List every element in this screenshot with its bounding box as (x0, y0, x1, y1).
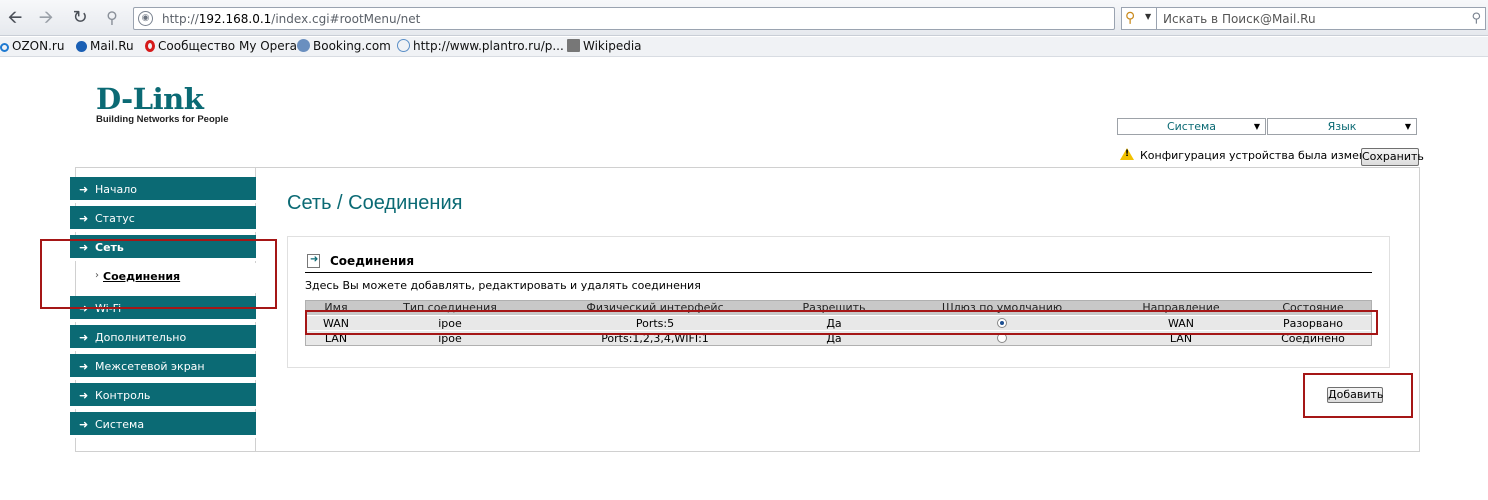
sidebar-item-system[interactable]: ➜ Система (70, 412, 256, 438)
url-text: http://192.168.0.1/index.cgi#rootMenu/ne… (162, 12, 421, 26)
dlink-logo: D-Link Building Networks for People (96, 82, 229, 126)
bookmark-plantro[interactable]: http://www.plantro.ru/p... (397, 39, 564, 53)
bookmark-wikipedia[interactable]: Wikipedia (567, 39, 642, 53)
arrow-right-icon: ➜ (79, 389, 89, 402)
sidebar-item-home[interactable]: ➜ Начало (70, 177, 256, 203)
back-arrow-icon[interactable]: 🡨 (5, 8, 25, 28)
logo-text: D-Link (96, 82, 204, 116)
sidebar-item-label: Дополнительно (95, 331, 187, 344)
sidebar-item-advanced[interactable]: ➜ Дополнительно (70, 325, 256, 351)
system-select-label: Система (1166, 120, 1217, 133)
globe-icon: ◉ (138, 11, 153, 26)
arrow-right-icon: ➜ (79, 183, 89, 196)
system-select[interactable]: Система ▼ (1117, 118, 1266, 135)
search-placeholder: Искать в Поиск@Mail.Ru (1163, 12, 1316, 26)
address-bar[interactable]: ◉ http://192.168.0.1/index.cgi#rootMenu/… (133, 7, 1115, 30)
language-select[interactable]: Язык ▼ (1267, 118, 1417, 135)
mailru-icon (76, 41, 87, 52)
opera-icon (145, 40, 155, 52)
document-arrow-icon: ➜ (307, 254, 320, 268)
arrow-right-icon: ➜ (79, 212, 89, 225)
sidebar-item-firewall[interactable]: ➜ Межсетевой экран (70, 354, 256, 380)
wikipedia-icon (567, 39, 580, 52)
bookmarks-bar: OZON.ru Mail.Ru Сообщество My Opera Book… (0, 37, 1488, 57)
warning-icon: ! (1120, 148, 1134, 160)
search-icon[interactable]: ⚲ (1471, 11, 1481, 26)
browser-search-input[interactable]: Искать в Поиск@Mail.Ru ⚲ (1156, 7, 1486, 30)
highlight-box-network (40, 239, 277, 309)
page-title: Сеть / Соединения (287, 192, 463, 214)
sidebar-item-label: Начало (95, 183, 138, 196)
sidebar-item-label: Контроль (95, 389, 151, 402)
browser-toolbar: 🡨 🡪 ↻ ⚲ ◉ http://192.168.0.1/index.cgi#r… (0, 0, 1488, 36)
bookmark-mailru[interactable]: Mail.Ru (76, 39, 134, 53)
globe-icon (397, 39, 410, 52)
warning-text: Конфигурация устройства была изменена (1140, 149, 1387, 162)
search-engine-selector[interactable]: ⚲ ▼ (1121, 7, 1156, 30)
chevron-down-icon: ▼ (1253, 122, 1260, 131)
logo-tagline: Building Networks for People (96, 114, 229, 125)
panel-description: Здесь Вы можете добавлять, редактировать… (305, 279, 701, 292)
forward-arrow-icon[interactable]: 🡪 (36, 8, 56, 28)
panel-divider (305, 272, 1372, 273)
arrow-right-icon: ➜ (79, 418, 89, 431)
panel-title: Соединения (330, 254, 415, 268)
sidebar-item-label: Межсетевой экран (95, 360, 205, 373)
search-engine-icon: ⚲ (1125, 10, 1136, 26)
sidebar-item-control[interactable]: ➜ Контроль (70, 383, 256, 409)
bookmark-ozon[interactable]: OZON.ru (0, 39, 64, 53)
key-icon[interactable]: ⚲ (102, 8, 122, 28)
arrow-right-icon: ➜ (79, 360, 89, 373)
chevron-down-icon: ▼ (1404, 122, 1411, 131)
chevron-down-icon: ▼ (1145, 12, 1152, 21)
highlight-box-add-button (1303, 373, 1413, 418)
language-select-label: Язык (1327, 120, 1357, 133)
ozon-icon (0, 43, 9, 52)
reload-icon[interactable]: ↻ (70, 8, 90, 28)
config-changed-notice: ! Конфигурация устройства была изменена (1120, 148, 1387, 166)
booking-icon (297, 39, 310, 52)
highlight-box-wan-row (305, 310, 1378, 335)
sidebar-item-label: Статус (95, 212, 135, 225)
bookmark-booking[interactable]: Booking.com (297, 39, 391, 53)
sidebar-item-status[interactable]: ➜ Статус (70, 206, 256, 232)
arrow-right-icon: ➜ (79, 331, 89, 344)
save-button[interactable]: Сохранить (1361, 148, 1424, 166)
sidebar-item-label: Система (95, 418, 145, 431)
bookmark-myopera[interactable]: Сообщество My Opera (145, 39, 297, 53)
